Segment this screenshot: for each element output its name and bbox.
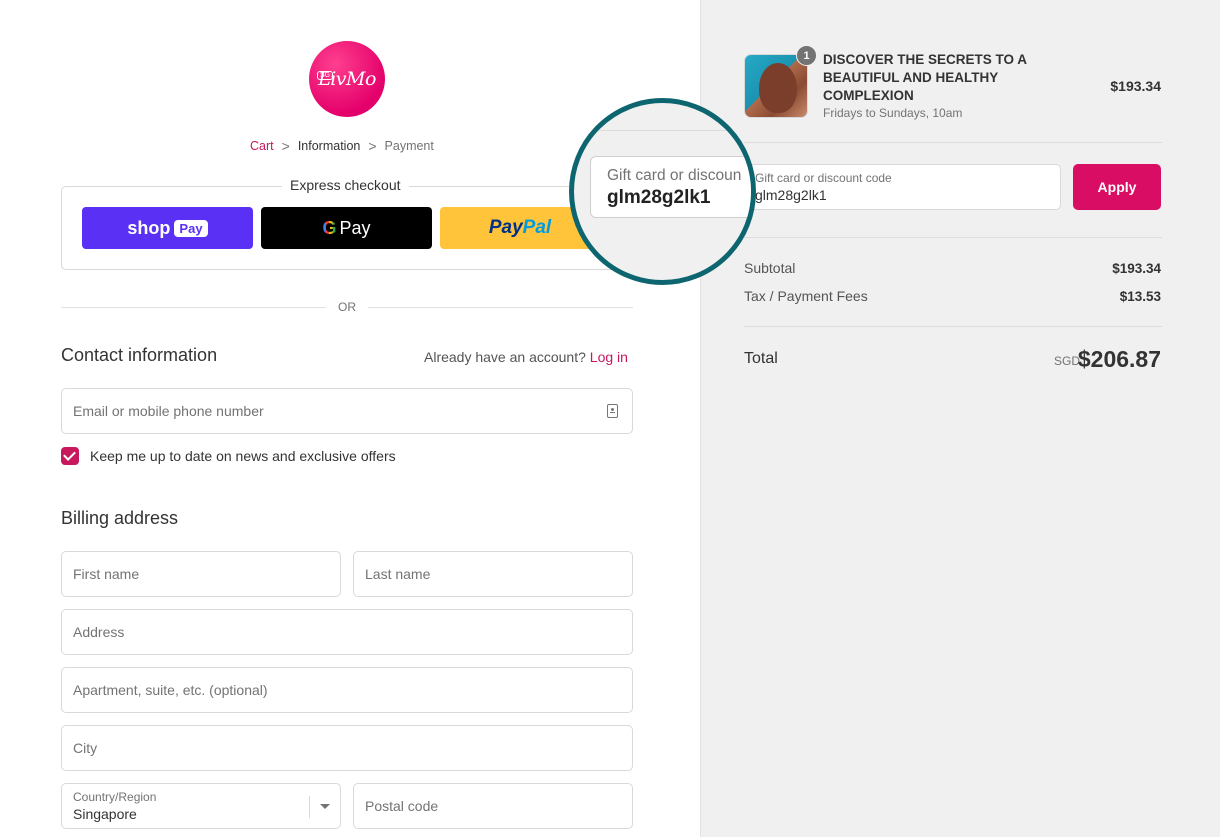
address-placeholder: Address (73, 624, 125, 640)
tax-value: $13.53 (1119, 289, 1161, 304)
city-placeholder: City (73, 740, 98, 756)
newsletter-checkbox[interactable] (61, 447, 79, 465)
divider (744, 237, 1162, 238)
first-name-field[interactable]: First name (61, 551, 341, 597)
country-label: Country/Region (73, 790, 157, 804)
express-checkout-box: Express checkout shop Pay G Pay Pay Pal (61, 177, 633, 270)
product-image-face (759, 63, 797, 113)
account-prompt-text: Already have an account? (424, 349, 586, 365)
billing-heading: Billing address (61, 508, 179, 528)
subtotal-label: Subtotal (744, 260, 796, 276)
chevron-right-icon: > (281, 138, 290, 154)
address-field[interactable]: Address (61, 609, 633, 655)
last-name-placeholder: Last name (365, 566, 431, 582)
email-placeholder: Email or mobile phone number (73, 403, 264, 419)
logo-badge: SG (317, 71, 334, 80)
breadcrumb: Cart > Information > Payment (250, 138, 434, 154)
magnified-discount-value: glm28g2lk1 (607, 187, 711, 208)
or-divider-text: OR (338, 300, 356, 314)
apply-discount-button[interactable]: Apply (1073, 164, 1161, 210)
total-currency: SGD (1053, 354, 1080, 368)
magnifier-divider (574, 130, 751, 131)
quantity-badge: 1 (796, 45, 817, 66)
login-link[interactable]: Log in (590, 349, 628, 365)
google-g-icon: G (322, 217, 337, 238)
magnifier-callout: Gift card or discoun glm28g2lk1 (569, 98, 756, 285)
postal-code-placeholder: Postal code (365, 798, 439, 814)
total-value: $206.87 (1077, 346, 1161, 372)
shop-pay-button[interactable]: shop Pay (82, 207, 253, 249)
shop-pay-word: shop (127, 217, 171, 238)
breadcrumb-information: Information (297, 139, 361, 153)
divider-line-left (61, 307, 326, 308)
magnified-discount-label: Gift card or discoun (607, 167, 742, 184)
subtotal-value: $193.34 (1112, 261, 1161, 276)
google-pay-word: Pay (339, 217, 371, 238)
contact-card-icon (607, 404, 618, 418)
tax-label: Tax / Payment Fees (744, 288, 868, 304)
product-thumbnail (744, 54, 808, 118)
order-summary-panel: 1 DISCOVER THE SECRETS TO A BEAUTIFUL AN… (700, 0, 1220, 837)
livmo-logo[interactable]: SG LivMo (309, 41, 385, 117)
select-separator (309, 796, 310, 818)
divider-line-right (368, 307, 633, 308)
paypal-word-1: Pay (488, 217, 523, 238)
first-name-placeholder: First name (73, 566, 140, 582)
magnified-discount-field: Gift card or discoun glm28g2lk1 (590, 156, 751, 218)
paypal-word-2: Pal (522, 217, 552, 238)
google-pay-button[interactable]: G Pay (261, 207, 432, 249)
divider (744, 326, 1162, 327)
discount-code-label: Gift card or discount code (755, 171, 892, 185)
apartment-field[interactable]: Apartment, suite, etc. (optional) (61, 667, 633, 713)
city-field[interactable]: City (61, 725, 633, 771)
newsletter-label: Keep me up to date on news and exclusive… (90, 448, 396, 464)
email-field[interactable]: Email or mobile phone number (61, 388, 633, 434)
discount-code-value: glm28g2lk1 (755, 187, 827, 203)
postal-code-field[interactable]: Postal code (353, 783, 633, 829)
account-prompt: Already have an account? Log in (424, 349, 628, 365)
product-price: $193.34 (1110, 78, 1161, 94)
breadcrumb-cart-link[interactable]: Cart (250, 139, 274, 153)
discount-code-input[interactable]: Gift card or discount code glm28g2lk1 (743, 164, 1061, 210)
country-value: Singapore (73, 806, 137, 822)
shop-pay-tag: Pay (174, 219, 208, 237)
country-select[interactable]: Country/Region Singapore (61, 783, 341, 829)
last-name-field[interactable]: Last name (353, 551, 633, 597)
chevron-down-icon (320, 804, 330, 809)
total-label: Total (744, 350, 778, 367)
chevron-right-icon: > (368, 138, 377, 154)
contact-heading: Contact information (61, 345, 218, 365)
breadcrumb-payment: Payment (384, 139, 434, 153)
product-name: DISCOVER THE SECRETS TO A BEAUTIFUL AND … (823, 52, 1027, 103)
apartment-placeholder: Apartment, suite, etc. (optional) (73, 682, 268, 698)
express-checkout-title: Express checkout (282, 177, 409, 193)
product-subtitle: Fridays to Sundays, 10am (823, 106, 963, 120)
divider (744, 142, 1162, 143)
